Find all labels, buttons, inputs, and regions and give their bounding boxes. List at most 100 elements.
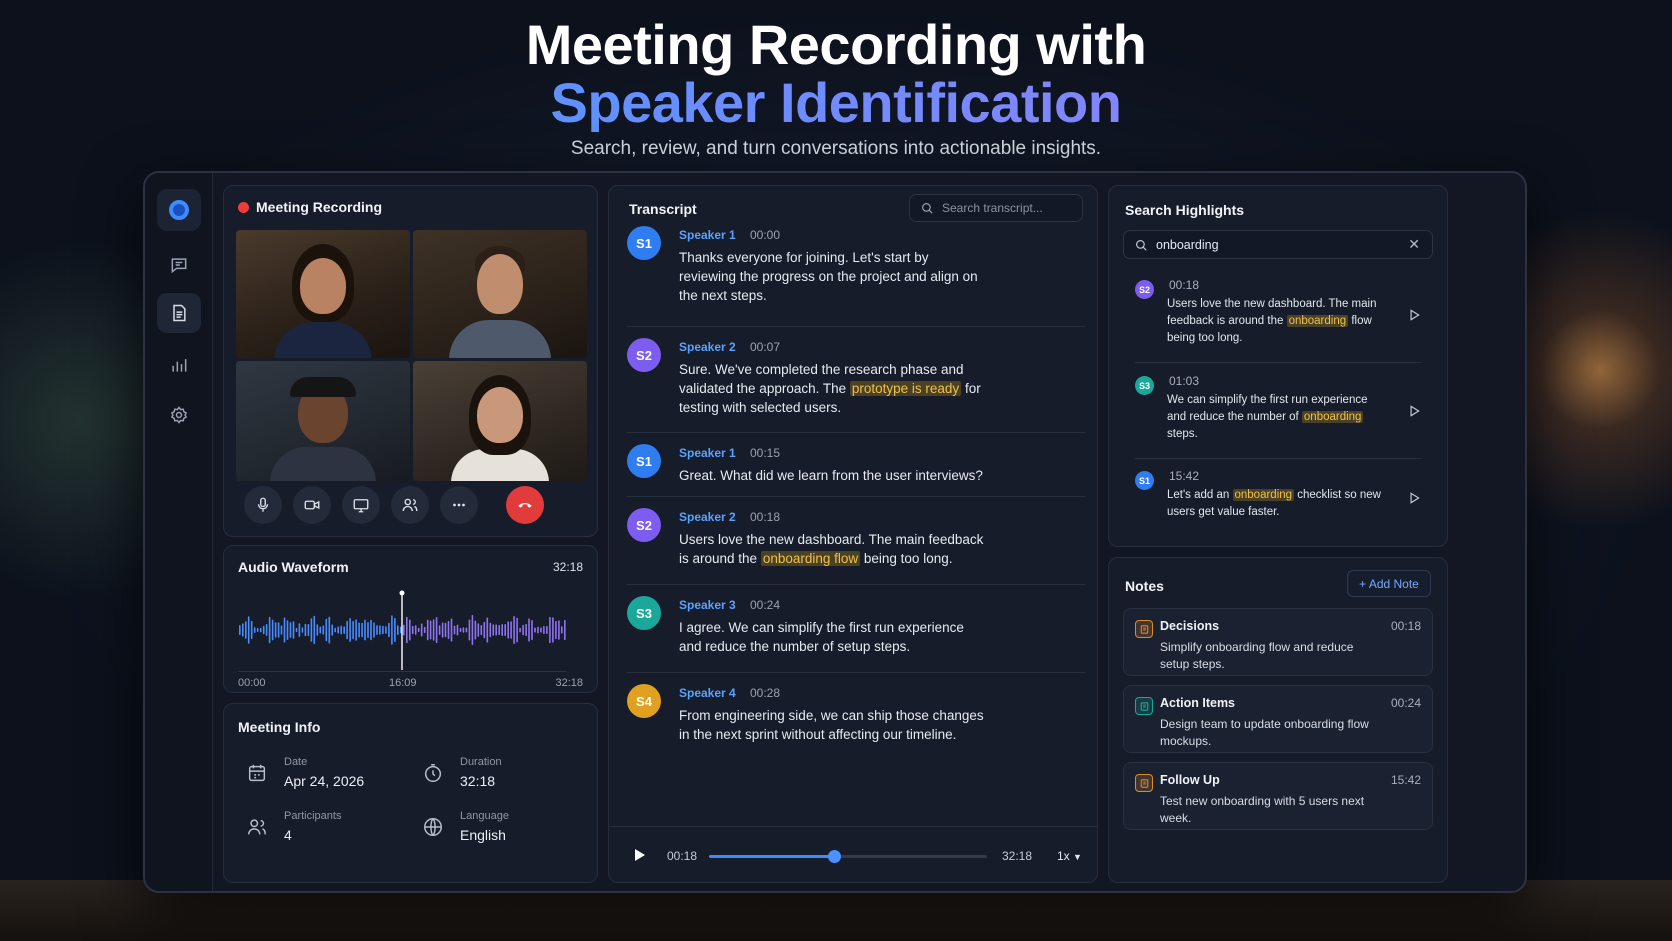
highlight-result[interactable]: S3 01:03 We can simplify the first run exp… bbox=[1123, 366, 1433, 454]
document-icon[interactable] bbox=[157, 293, 201, 333]
chevron-down-icon: ▼ bbox=[1073, 852, 1082, 862]
waveform-bar bbox=[453, 625, 456, 635]
gear-icon[interactable] bbox=[157, 395, 201, 435]
play-icon[interactable] bbox=[1407, 308, 1421, 322]
transcript-entry[interactable]: S2 Speaker 2 00:18 Users love the new dashb… bbox=[627, 508, 1085, 588]
waveform-bar bbox=[319, 626, 322, 634]
transcript-search-input[interactable]: Search transcript... bbox=[909, 194, 1083, 222]
waveform-bar bbox=[468, 619, 471, 641]
transcript-entry[interactable]: S1 Speaker 1 00:00 Thanks everyone for join… bbox=[627, 226, 1085, 306]
bar-chart-icon[interactable] bbox=[157, 345, 201, 385]
chat-icon[interactable] bbox=[157, 245, 201, 285]
logo-icon[interactable] bbox=[157, 189, 201, 231]
speaker-name[interactable]: Speaker 2 bbox=[679, 510, 736, 524]
waveform-bar bbox=[411, 625, 414, 635]
waveform-playhead-handle[interactable] bbox=[399, 590, 405, 596]
speaker-name[interactable]: Speaker 2 bbox=[679, 340, 736, 354]
waveform-bar bbox=[304, 623, 307, 637]
waveform-chart[interactable] bbox=[238, 590, 566, 670]
play-icon[interactable] bbox=[1407, 404, 1421, 418]
language-value: English bbox=[460, 827, 506, 843]
note-card[interactable]: Decisions 00:18 Simplify onboarding flow a… bbox=[1123, 608, 1433, 676]
waveform-bar bbox=[286, 620, 289, 640]
globe-icon bbox=[424, 818, 442, 836]
speaker-name[interactable]: Speaker 1 bbox=[679, 228, 736, 242]
waveform-bar bbox=[429, 620, 432, 640]
more-button[interactable] bbox=[440, 486, 478, 524]
waveform-bar bbox=[456, 624, 459, 636]
add-note-button[interactable]: + Add Note bbox=[1347, 570, 1431, 597]
end-call-button[interactable] bbox=[506, 486, 544, 524]
waveform-bar bbox=[352, 620, 354, 640]
entry-timestamp[interactable]: 00:24 bbox=[750, 598, 780, 612]
waveform-bar bbox=[552, 617, 554, 643]
participant-video-3[interactable] bbox=[236, 361, 410, 481]
info-language: Language English bbox=[422, 810, 572, 850]
entry-timestamp[interactable]: 00:15 bbox=[750, 446, 780, 460]
clear-search-icon[interactable]: ✕ bbox=[1408, 236, 1420, 253]
waveform-bar bbox=[325, 618, 328, 642]
entry-timestamp[interactable]: 00:07 bbox=[750, 340, 780, 354]
microphone-button[interactable] bbox=[244, 486, 282, 524]
highlight-result[interactable]: S1 15:42 Let's add an onboarding checklist… bbox=[1123, 461, 1433, 549]
waveform-bar bbox=[462, 627, 465, 633]
highlights-search-input[interactable]: onboarding ✕ bbox=[1123, 230, 1433, 259]
waveform-bar bbox=[245, 621, 247, 639]
playback-speed-select[interactable]: 1x ▼ bbox=[1057, 849, 1082, 863]
waveform-bar bbox=[498, 625, 500, 636]
date-value: Apr 24, 2026 bbox=[284, 773, 365, 789]
waveform-bar bbox=[364, 619, 366, 641]
participants-button[interactable] bbox=[391, 486, 429, 524]
calendar-icon bbox=[248, 764, 266, 782]
waveform-bar bbox=[376, 625, 378, 635]
info-participants: Participants 4 bbox=[246, 810, 396, 850]
waveform-bar bbox=[391, 615, 393, 645]
waveform-bar bbox=[283, 617, 286, 643]
transcript-entry[interactable]: S2 Speaker 2 00:07 Sure. We've completed th… bbox=[627, 338, 1085, 418]
waveform-bar bbox=[337, 626, 339, 634]
info-date: Date Apr 24, 2026 bbox=[246, 756, 396, 796]
speaker-name[interactable]: Speaker 3 bbox=[679, 598, 736, 612]
play-icon[interactable] bbox=[1407, 491, 1421, 505]
speaker-avatar: S2 bbox=[1135, 280, 1154, 299]
screen-share-button[interactable] bbox=[342, 486, 380, 524]
playback-speed-value: 1x bbox=[1057, 849, 1070, 863]
waveform-bar bbox=[367, 622, 369, 638]
speaker-name[interactable]: Speaker 1 bbox=[679, 446, 736, 460]
highlights-search-value: onboarding bbox=[1156, 237, 1219, 252]
decision-icon bbox=[1135, 620, 1153, 638]
waveform-bar bbox=[540, 627, 542, 633]
play-icon[interactable] bbox=[631, 847, 647, 863]
highlight-timestamp: 15:42 bbox=[1169, 469, 1200, 483]
note-card[interactable]: Follow Up 15:42 Test new onboarding with 5… bbox=[1123, 762, 1433, 830]
player-progress-fill bbox=[709, 855, 835, 858]
participant-video-1[interactable] bbox=[236, 230, 410, 358]
highlights-title: Search Highlights bbox=[1125, 202, 1245, 218]
player-progress-handle[interactable] bbox=[828, 850, 842, 863]
note-card[interactable]: Action Items 00:24 Design team to update o… bbox=[1123, 685, 1433, 753]
entry-text: I agree. We can simplify the first run e… bbox=[679, 618, 989, 656]
waveform-bar bbox=[558, 620, 560, 640]
waveform-bar bbox=[394, 617, 396, 642]
waveform-bar bbox=[483, 621, 486, 639]
entry-timestamp[interactable]: 00:00 bbox=[750, 228, 780, 242]
divider bbox=[627, 326, 1085, 327]
speaker-name[interactable]: Speaker 4 bbox=[679, 686, 736, 700]
entry-timestamp[interactable]: 00:28 bbox=[750, 686, 780, 700]
camera-button[interactable] bbox=[293, 486, 331, 524]
highlight-timestamp: 00:18 bbox=[1169, 278, 1200, 292]
divider bbox=[627, 672, 1085, 673]
waveform-bar bbox=[316, 624, 319, 636]
player-progress-track[interactable] bbox=[709, 850, 987, 863]
highlight-result[interactable]: S2 00:18 Users love the new dashboard. The… bbox=[1123, 270, 1433, 358]
transcript-entry[interactable]: S4 Speaker 4 00:28 From engineering side, w… bbox=[627, 684, 1085, 764]
note-text: Simplify onboarding flow and reduce setu… bbox=[1160, 640, 1354, 671]
participant-video-4[interactable] bbox=[413, 361, 587, 481]
entry-timestamp[interactable]: 00:18 bbox=[750, 510, 780, 524]
waveform-bar bbox=[474, 620, 477, 640]
participant-video-2[interactable] bbox=[413, 230, 587, 358]
divider bbox=[627, 496, 1085, 497]
text-segment: Thanks everyone for joining. Let's start… bbox=[679, 250, 978, 303]
app-window: Meeting Recording Audio Waveform 32:18 0… bbox=[143, 171, 1527, 893]
transcript-entry[interactable]: S3 Speaker 3 00:24 I agree. We can simplify… bbox=[627, 596, 1085, 676]
